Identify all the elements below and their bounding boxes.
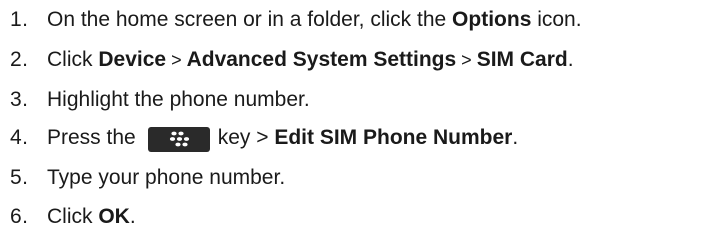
- step-number: 3.: [10, 88, 29, 111]
- instruction-steps: 1. On the home screen or in a folder, cl…: [0, 0, 705, 245]
- sim-card-label: SIM Card: [476, 48, 568, 71]
- step-text: Highlight the phone number.: [47, 88, 310, 111]
- separator: >: [171, 49, 182, 70]
- separator: >: [461, 49, 472, 70]
- blackberry-menu-key-icon: [147, 126, 210, 152]
- step-5: 5. Type your phone number.: [0, 161, 285, 195]
- step-number: 4.: [10, 126, 29, 149]
- step-number: 5.: [10, 166, 29, 189]
- step-3: 3. Highlight the phone number.: [0, 83, 310, 117]
- step-1: 1. On the home screen or in a folder, cl…: [0, 3, 582, 37]
- step-text: Press the key > Edit SIM Phone Number .: [47, 126, 518, 152]
- step-2: 2. Click Device > Advanced System Settin…: [0, 43, 574, 77]
- step-4: 4. Press the key > Edit SIM Phone Number…: [0, 121, 518, 155]
- advanced-system-settings-label: Advanced System Settings: [186, 48, 457, 71]
- step-text: Type your phone number.: [47, 166, 286, 189]
- step-number: 6.: [10, 205, 29, 228]
- step-text: On the home screen or in a folder, click…: [47, 8, 582, 31]
- ok-label: OK: [98, 205, 130, 228]
- step-number: 1.: [10, 8, 29, 31]
- step-number: 2.: [10, 48, 29, 71]
- device-label: Device: [98, 48, 167, 71]
- step-text: Click Device > Advanced System Settings …: [47, 48, 574, 71]
- step-text: Click OK .: [47, 205, 136, 228]
- options-label: Options: [452, 8, 532, 31]
- edit-sim-phone-number-label: Edit SIM Phone Number: [274, 126, 513, 149]
- step-6: 6. Click OK .: [0, 200, 136, 234]
